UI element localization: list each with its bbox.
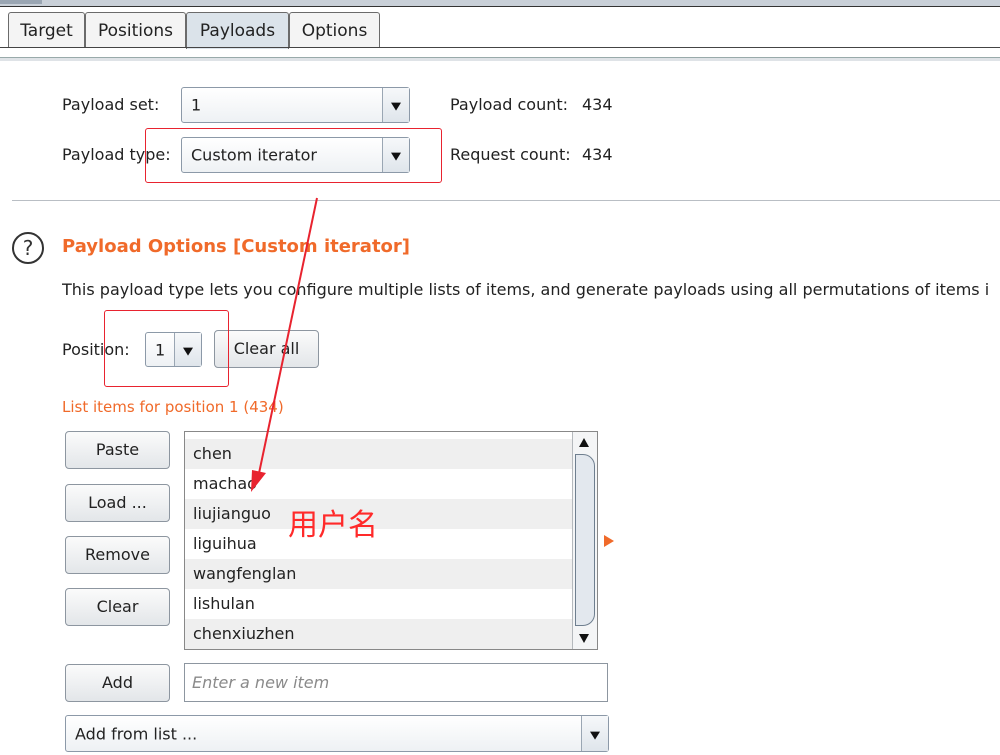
- list-item[interactable]: liujianguo: [185, 499, 573, 529]
- payload-count-value: 434: [582, 95, 613, 114]
- list-item[interactable]: machao: [185, 469, 573, 499]
- scrollbar-thumb[interactable]: [575, 454, 595, 626]
- scroll-up-icon[interactable]: [579, 438, 589, 447]
- load-button[interactable]: Load ...: [65, 484, 170, 522]
- clear-button[interactable]: Clear: [65, 588, 170, 626]
- annotation-box-payload-type: [145, 128, 442, 183]
- tab-positions[interactable]: Positions: [85, 12, 186, 48]
- add-from-list-select[interactable]: Add from list ...: [65, 715, 609, 752]
- payload-set-value: 1: [191, 95, 202, 115]
- list-item[interactable]: liguihua: [185, 529, 573, 559]
- add-button[interactable]: Add: [65, 664, 170, 702]
- request-count-value: 434: [582, 145, 613, 164]
- tab-target[interactable]: Target: [8, 12, 85, 48]
- request-count-label: Request count:: [450, 145, 571, 164]
- chevron-down-icon: [590, 731, 600, 740]
- payload-items-list[interactable]: chen machao liujianguo liguihua wangfeng…: [184, 431, 598, 650]
- list-item[interactable]: lishulan: [185, 589, 573, 619]
- add-from-list-dropdown-button[interactable]: [581, 716, 608, 751]
- list-items-header: List items for position 1 (434): [62, 398, 284, 416]
- paste-button[interactable]: Paste: [65, 431, 170, 469]
- tab-underline: [0, 47, 1000, 48]
- payload-set-select[interactable]: 1: [181, 87, 410, 123]
- window-top-strip: [0, 0, 1000, 7]
- payload-count-label: Payload count:: [450, 95, 569, 114]
- expand-arrow-icon[interactable]: [604, 535, 614, 547]
- new-item-input[interactable]: [185, 664, 607, 701]
- annotation-box-position: [104, 310, 229, 387]
- help-icon[interactable]: ?: [12, 232, 44, 264]
- payload-set-dropdown-button[interactable]: [382, 88, 409, 122]
- list-item[interactable]: chenxiuzhen: [185, 619, 573, 649]
- list-item[interactable]: chen: [185, 439, 573, 469]
- tab-payloads[interactable]: Payloads: [186, 12, 289, 49]
- remove-button[interactable]: Remove: [65, 536, 170, 574]
- scroll-down-icon[interactable]: [579, 634, 589, 643]
- section-description: This payload type lets you configure mul…: [62, 280, 990, 299]
- chevron-down-icon: [391, 102, 401, 111]
- list-scrollbar[interactable]: [572, 432, 597, 649]
- clear-all-button[interactable]: Clear all: [214, 330, 319, 368]
- list-item[interactable]: wangfenglan: [185, 559, 573, 589]
- section-divider: [12, 200, 1000, 201]
- payload-set-label: Payload set:: [62, 95, 160, 114]
- section-title: Payload Options [Custom iterator]: [62, 236, 411, 257]
- tab-options[interactable]: Options: [289, 12, 380, 48]
- new-item-field[interactable]: [184, 663, 608, 702]
- add-from-list-label: Add from list ...: [75, 724, 198, 743]
- tab-panel-border: [0, 57, 1000, 61]
- annotation-username-label: 用户名: [288, 508, 378, 543]
